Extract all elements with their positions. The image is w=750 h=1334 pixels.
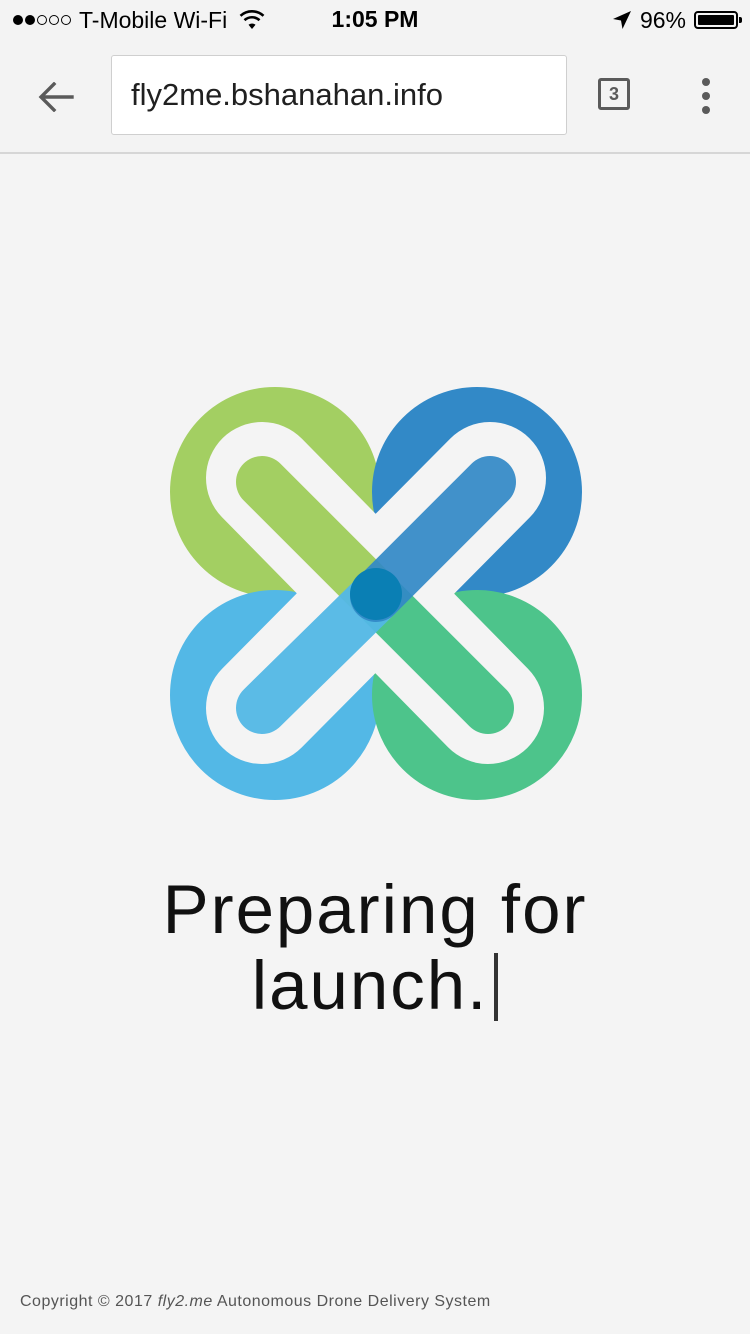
brand-name: fly2.me [157,1293,213,1310]
text-cursor [494,953,499,1021]
heading-line-2-text: launch. [251,947,489,1024]
launch-status-heading: Preparing for launch. [0,872,750,1024]
copyright-text: Copyright © 2017 [20,1293,153,1310]
location-arrow-icon [612,11,631,29]
url-text: fly2me.bshanahan.info [131,77,443,112]
tagline: Autonomous Drone Delivery System [216,1293,491,1310]
status-right: 96% [612,6,742,34]
heading-line-2: launch. [0,948,750,1024]
tab-switcher-button[interactable]: 3 [598,78,630,110]
status-bar: T-Mobile Wi-Fi 1:05 PM 96% [0,0,750,40]
browser-toolbar: fly2me.bshanahan.info 3 [0,40,750,154]
footer: Copyright © 2017 fly2.me Autonomous Dron… [20,1293,491,1311]
back-arrow-icon [38,82,74,112]
battery-icon [694,11,742,29]
menu-dot-icon [702,92,710,100]
back-button[interactable] [34,75,78,119]
menu-dot-icon [702,78,710,86]
menu-dot-icon [702,106,710,114]
fly2me-logo [170,387,582,800]
heading-line-1: Preparing for [162,871,588,948]
overflow-menu-button[interactable] [690,76,722,116]
url-field[interactable]: fly2me.bshanahan.info [111,55,567,135]
battery-percent: 96% [639,6,686,33]
